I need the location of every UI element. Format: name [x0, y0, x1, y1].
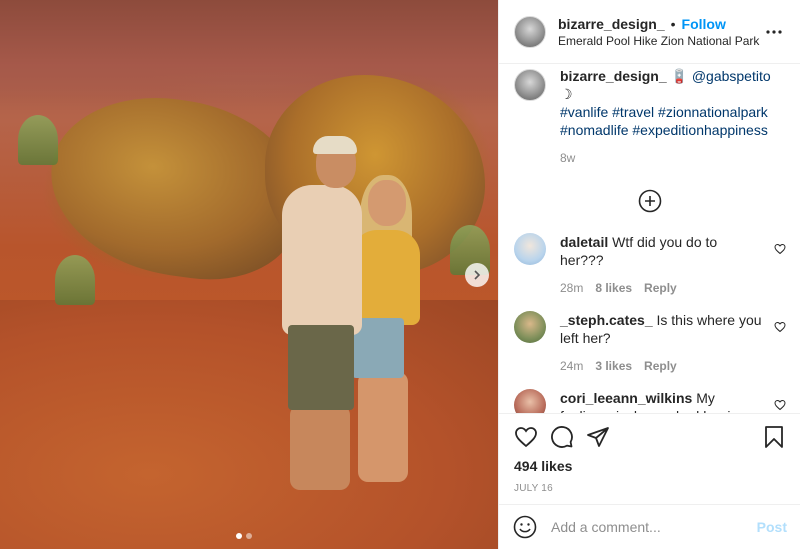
carousel-dot: [246, 533, 252, 539]
author-avatar[interactable]: [514, 15, 546, 48]
commenter-username[interactable]: _steph.cates_: [560, 312, 653, 328]
carousel-dot-active: [236, 533, 242, 539]
comment-time: 28m: [560, 281, 584, 295]
moon-emoji: ☽: [560, 86, 573, 102]
comment-time: 24m: [560, 359, 584, 373]
more-options-button[interactable]: [762, 20, 786, 44]
carousel-next-button[interactable]: [465, 263, 489, 287]
post-panel: bizarre_design_ • Follow Emerald Pool Hi…: [498, 0, 800, 549]
comment-item: cori_leeann_wilkins My feelings, is, he …: [514, 389, 786, 413]
comment-input[interactable]: [551, 519, 757, 535]
grass-tuft: [18, 115, 58, 165]
location-link[interactable]: Emerald Pool Hike Zion National Park: [558, 34, 762, 48]
comment-reply-button[interactable]: Reply: [644, 279, 677, 297]
commenter-username[interactable]: cori_leeann_wilkins: [560, 390, 692, 406]
commenter-avatar[interactable]: [514, 389, 546, 413]
comment-likes[interactable]: 3 likes: [595, 357, 632, 375]
follow-button[interactable]: Follow: [682, 16, 726, 32]
commenter-avatar[interactable]: [514, 233, 546, 265]
plus-circle-icon: [638, 189, 662, 213]
author-info: bizarre_design_ • Follow Emerald Pool Hi…: [558, 16, 762, 48]
caption-author-avatar[interactable]: [514, 69, 546, 101]
more-horizontal-icon: [766, 29, 782, 34]
caption-mention[interactable]: @gabspetito: [692, 68, 771, 84]
ground: [0, 300, 498, 549]
carousel-indicator: [236, 533, 252, 539]
post-header: bizarre_design_ • Follow Emerald Pool Hi…: [499, 0, 800, 64]
battery-emoji: 🪫: [670, 68, 688, 84]
comment-bubble-icon[interactable]: [550, 425, 574, 449]
separator-dot: •: [670, 15, 676, 32]
woman-legs: [358, 372, 408, 482]
caption-time: 8w: [560, 151, 576, 165]
caption-username[interactable]: bizarre_design_: [560, 68, 667, 84]
chevron-right-icon: [474, 270, 481, 280]
likes-count[interactable]: 494 likes: [514, 458, 786, 474]
heart-icon[interactable]: [774, 321, 786, 333]
man-cap: [313, 136, 357, 154]
commenter-username[interactable]: daletail: [560, 234, 608, 250]
add-comment-bar: Post: [499, 504, 800, 549]
emoji-smiley-icon[interactable]: [513, 515, 537, 539]
comment-item: _steph.cates_ Is this where you left her…: [514, 311, 786, 375]
grass-tuft: [55, 255, 95, 305]
load-more-comments-button[interactable]: [514, 189, 786, 213]
caption-hashtags[interactable]: #vanlife #travel #zionnationalpark #noma…: [560, 104, 768, 138]
man-shorts: [288, 325, 354, 410]
like-heart-icon[interactable]: [514, 425, 538, 449]
bookmark-icon[interactable]: [762, 425, 786, 449]
woman-head: [368, 180, 406, 226]
comment-reply-button[interactable]: Reply: [644, 357, 677, 375]
author-username[interactable]: bizarre_design_: [558, 16, 665, 32]
heart-icon[interactable]: [774, 399, 786, 411]
comment-likes[interactable]: 8 likes: [595, 279, 632, 297]
share-send-icon[interactable]: [586, 425, 610, 449]
heart-icon[interactable]: [774, 243, 786, 255]
post-photo[interactable]: [0, 0, 498, 549]
woman-shirt: [352, 230, 420, 325]
post-actions: 494 likes JULY 16: [499, 413, 800, 494]
man-shirt: [282, 185, 362, 335]
commenter-avatar[interactable]: [514, 311, 546, 343]
comment-item: daletail Wtf did you do to her??? 28m 8 …: [514, 233, 786, 297]
post-comment-button[interactable]: Post: [757, 519, 787, 535]
post-date[interactable]: JULY 16: [514, 483, 786, 494]
post-caption: bizarre_design_ 🪫 @gabspetito ☽ #vanlife…: [514, 65, 786, 167]
man-legs: [290, 405, 350, 490]
comments-list[interactable]: bizarre_design_ 🪫 @gabspetito ☽ #vanlife…: [499, 65, 800, 413]
